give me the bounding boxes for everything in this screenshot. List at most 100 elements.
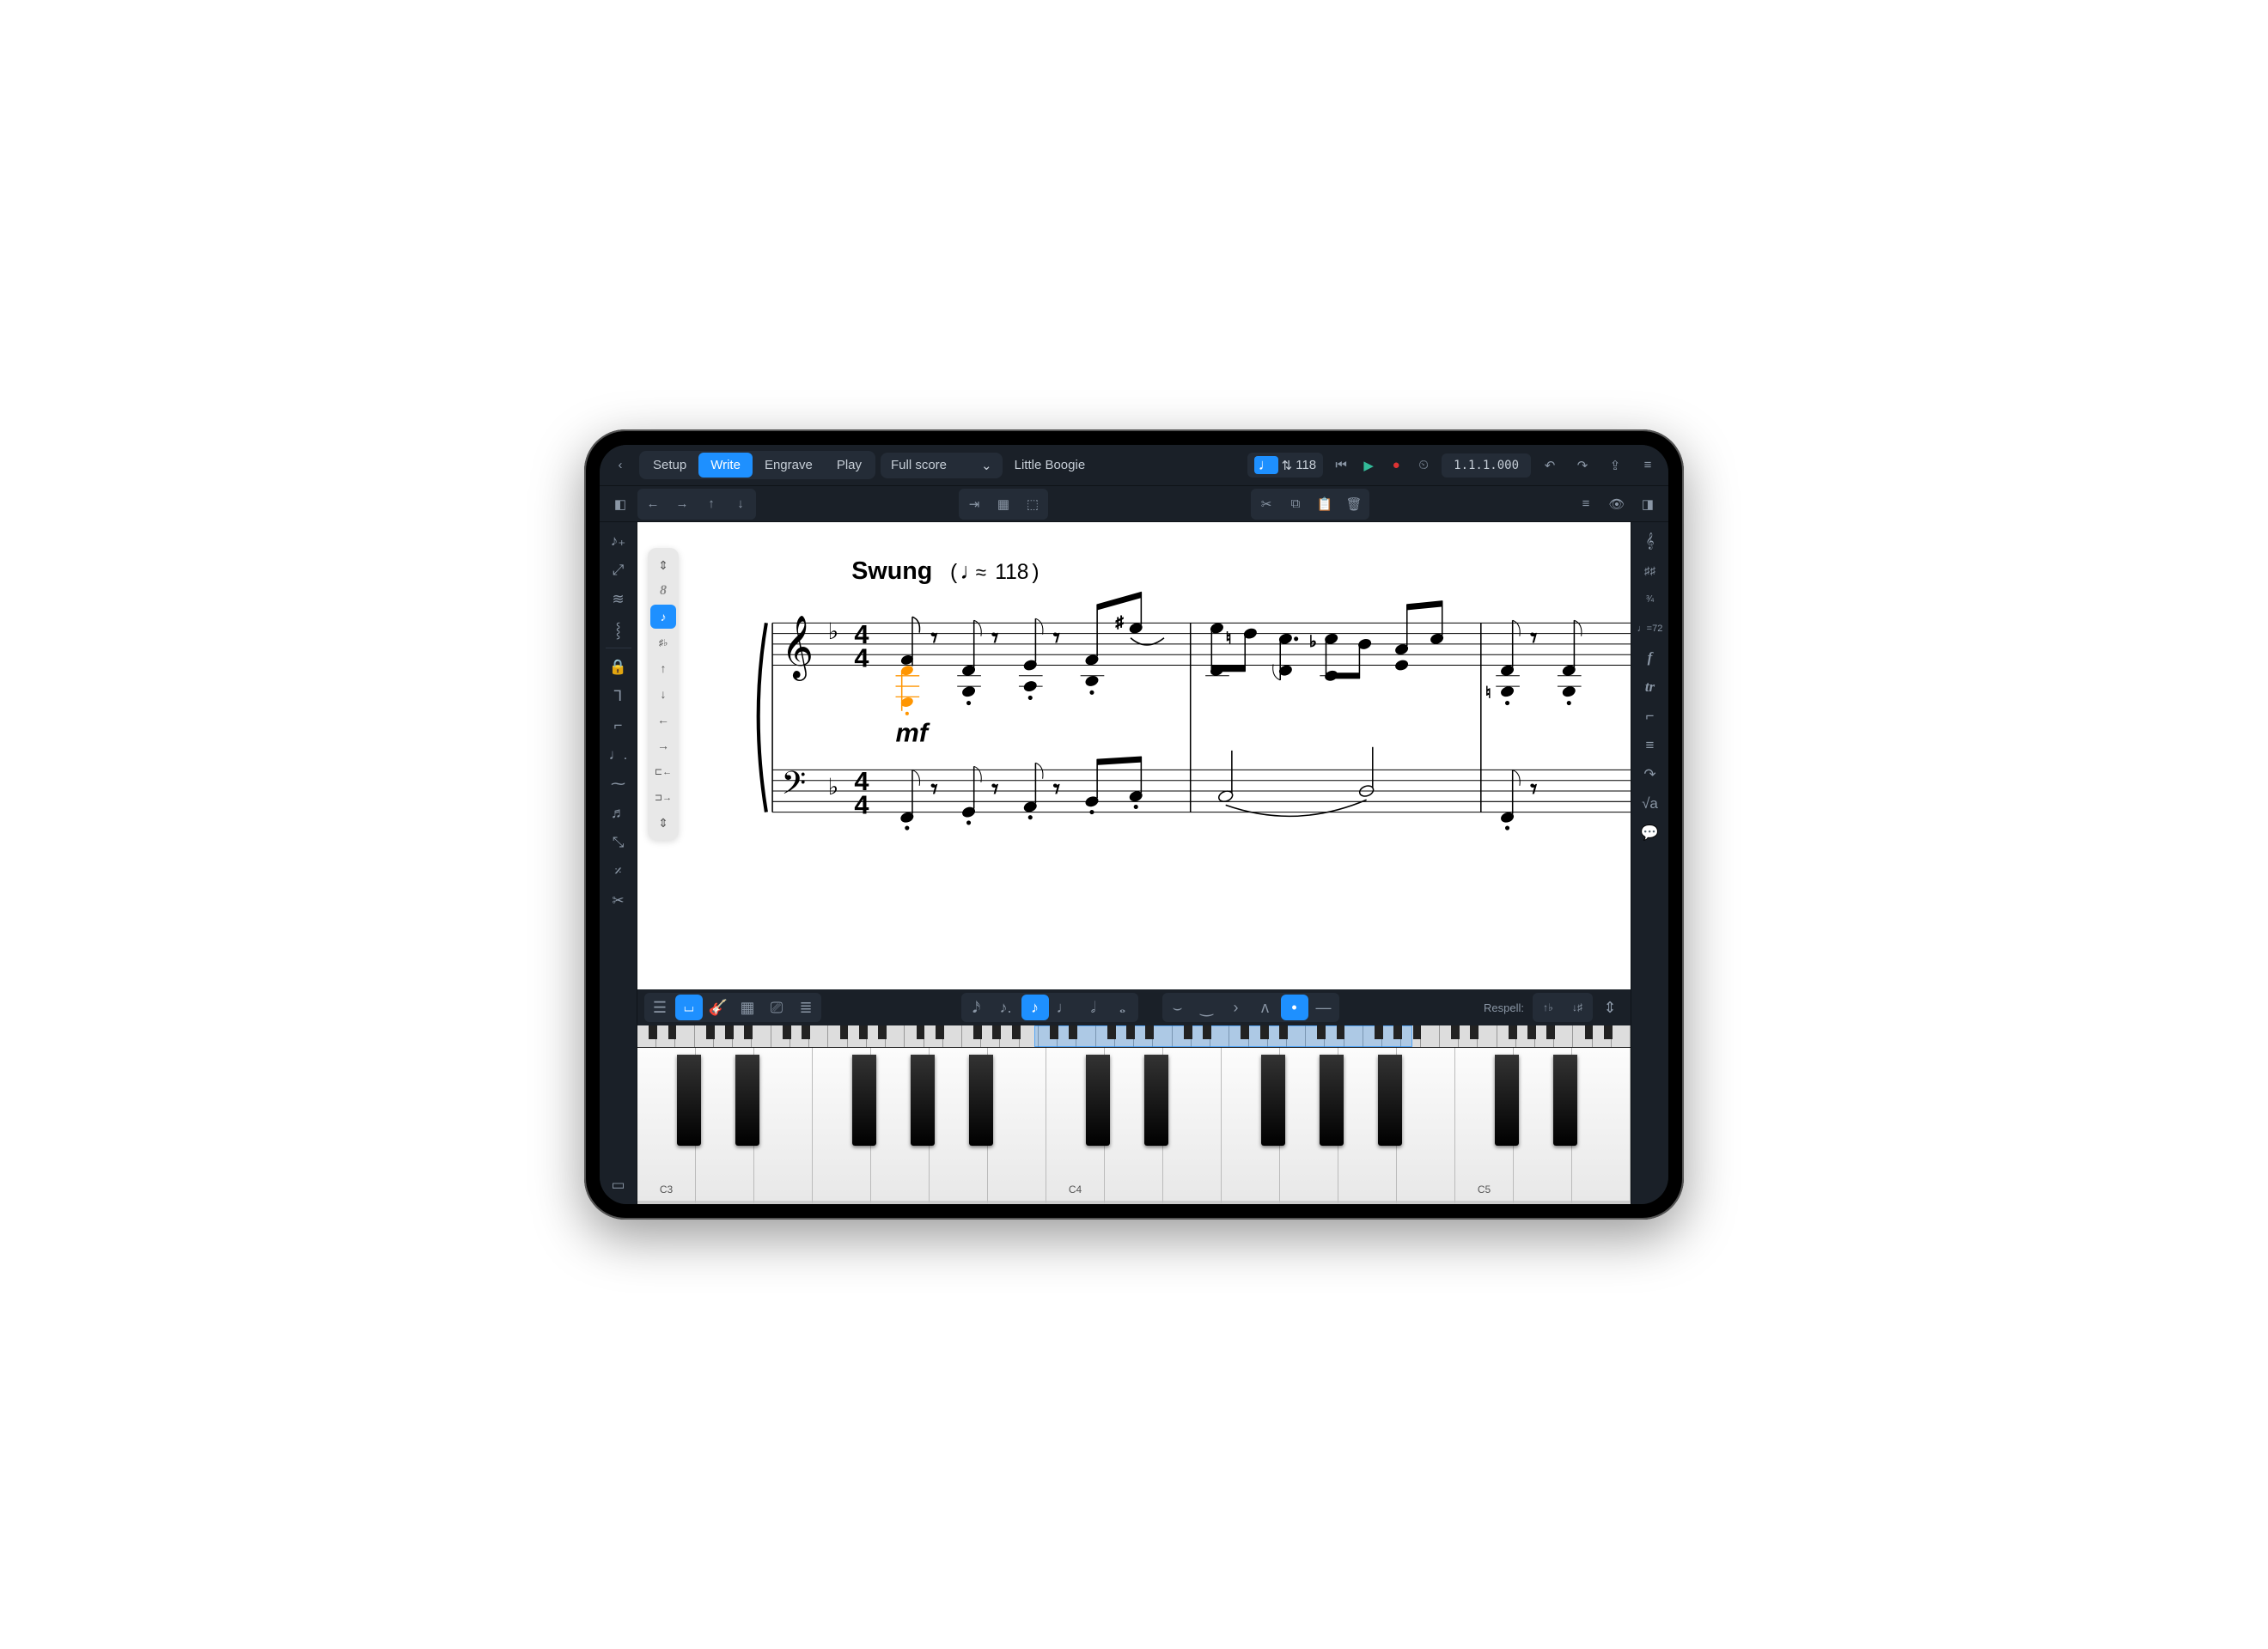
- note-group-b1-bass[interactable]: 𝄾 𝄾 𝄾: [899, 757, 1143, 830]
- nav-up-button[interactable]: ↑: [698, 490, 725, 518]
- artic-marcato-button[interactable]: ʌ: [1252, 995, 1279, 1020]
- palette-move-left[interactable]: ←: [650, 708, 676, 732]
- paste-button[interactable]: 📋: [1311, 490, 1338, 518]
- dotted-note-icon[interactable]: ♩.: [604, 741, 633, 769]
- palette-extend-right[interactable]: ⊐→: [650, 785, 676, 809]
- black-key-Gsharp3[interactable]: [911, 1055, 935, 1146]
- root-icon[interactable]: √a: [1636, 790, 1665, 818]
- keyboard-overview-viewport[interactable]: [1034, 1025, 1411, 1047]
- dur-half-button[interactable]: 𝅗𝅥: [1080, 995, 1107, 1020]
- dynamic-marking[interactable]: mf: [896, 718, 930, 748]
- selected-note[interactable]: [896, 664, 920, 715]
- back-button[interactable]: ‹: [607, 452, 634, 479]
- respell-sharp-button[interactable]: ↓♯: [1564, 995, 1591, 1020]
- artic-staccato-button[interactable]: •: [1281, 995, 1308, 1020]
- cut-button[interactable]: ✂: [1253, 490, 1280, 518]
- palette-pitch-down[interactable]: ↓: [650, 682, 676, 706]
- palette-more[interactable]: ⇕: [650, 811, 676, 835]
- tempo-display[interactable]: ♩ ⇅ 118: [1247, 453, 1324, 478]
- nav-left-button[interactable]: ←: [639, 490, 667, 518]
- view-list-button[interactable]: ☰: [646, 995, 674, 1020]
- menu-button[interactable]: ≡: [1634, 452, 1661, 479]
- position-display[interactable]: 1.1.1.000: [1442, 453, 1531, 478]
- black-key-Asharp3[interactable]: [969, 1055, 993, 1146]
- white-key-E4[interactable]: [1163, 1048, 1222, 1204]
- key-sig-icon[interactable]: ♯♯: [1636, 557, 1665, 584]
- note-plus-icon[interactable]: ♪₊: [604, 527, 633, 555]
- keyboard-overview[interactable]: document.write(Array(52).fill('<div clas…: [637, 1025, 1631, 1048]
- black-key-Asharp4[interactable]: [1378, 1055, 1402, 1146]
- rewind-button[interactable]: ⏮: [1328, 452, 1354, 479]
- metronome-button[interactable]: ⏲: [1411, 452, 1436, 479]
- black-key-Gsharp4[interactable]: [1320, 1055, 1344, 1146]
- note-group-b2-bass[interactable]: [1217, 747, 1375, 817]
- note-group-b2-treble[interactable]: ♮ ♭: [1205, 601, 1444, 682]
- black-key-Csharp3[interactable]: [677, 1055, 701, 1146]
- nav-right-button[interactable]: →: [668, 490, 696, 518]
- pitch-arrows-icon[interactable]: ⤢: [604, 557, 633, 584]
- grace-notes-icon[interactable]: ♬: [604, 800, 633, 827]
- trill-icon[interactable]: tr: [1636, 673, 1665, 701]
- palette-octave-8[interactable]: 8: [650, 579, 676, 603]
- palette-pitch-up[interactable]: ↑: [650, 656, 676, 680]
- dynamics-icon[interactable]: f: [1636, 644, 1665, 672]
- tempo-icon[interactable]: ♩=72: [1636, 615, 1665, 642]
- lyrics-tool-icon[interactable]: ⌐: [604, 712, 633, 739]
- redo-button[interactable]: ↷: [1569, 452, 1596, 479]
- artic-tie-button[interactable]: ‿: [1193, 995, 1221, 1020]
- view-keyboard-button[interactable]: ⏘: [675, 995, 703, 1020]
- undo-button[interactable]: ↶: [1536, 452, 1564, 479]
- nav-down-button[interactable]: ↓: [727, 490, 754, 518]
- dur-quarter-button[interactable]: ♩: [1051, 995, 1078, 1020]
- white-key-E5[interactable]: [1572, 1048, 1631, 1204]
- left-panel-toggle[interactable]: ◧: [607, 490, 634, 518]
- list-toggle[interactable]: ≡: [1572, 490, 1600, 518]
- black-key-Dsharp4[interactable]: [1144, 1055, 1168, 1146]
- record-button[interactable]: ●: [1383, 452, 1409, 479]
- white-key-B4[interactable]: [1397, 1048, 1455, 1204]
- dur-whole-button[interactable]: 𝅝: [1109, 995, 1137, 1020]
- note-group-b1-treble[interactable]: 𝄾 𝄾 𝄾 ♯: [930, 592, 1163, 704]
- staff-icon[interactable]: ≡: [1636, 732, 1665, 759]
- artic-tenuto-button[interactable]: —: [1310, 995, 1338, 1020]
- white-key-E3[interactable]: [754, 1048, 813, 1204]
- play-button[interactable]: ▶: [1356, 452, 1381, 479]
- time-sig-icon[interactable]: ¾: [1636, 586, 1665, 613]
- scissors-icon[interactable]: ✂: [604, 887, 633, 915]
- palette-eighth-note[interactable]: ♪: [650, 605, 676, 629]
- score-notation[interactable]: Swung ( ♩ ≈ 118 ) 𝄞 ♭ 4 4: [698, 539, 1631, 909]
- delete-button[interactable]: 🗑: [1340, 490, 1368, 518]
- palette-respell[interactable]: ♯♭: [650, 630, 676, 654]
- note-group-b3-bass[interactable]: 𝄾: [1500, 770, 1537, 830]
- black-key-Csharp5[interactable]: [1495, 1055, 1519, 1146]
- tab-setup[interactable]: Setup: [641, 453, 698, 478]
- tremolo-icon[interactable]: ≋: [604, 586, 633, 613]
- share-button[interactable]: ⇪: [1601, 452, 1629, 479]
- lock-icon[interactable]: 🔒: [604, 654, 633, 681]
- black-key-Csharp4[interactable]: [1086, 1055, 1110, 1146]
- clef-icon[interactable]: 𝄞: [1636, 527, 1665, 555]
- comment-icon[interactable]: 💬: [1636, 819, 1665, 847]
- view-mixer-button[interactable]: ⎚: [763, 995, 790, 1020]
- view-drum-button[interactable]: ≣: [792, 995, 820, 1020]
- goto-button[interactable]: ⇥: [960, 490, 988, 518]
- black-key-Dsharp5[interactable]: [1553, 1055, 1577, 1146]
- dur-dotted8th-button[interactable]: ♪.: [992, 995, 1020, 1020]
- white-key-B3[interactable]: [988, 1048, 1046, 1204]
- copy-button[interactable]: ⧉: [1282, 490, 1309, 518]
- marquee-button[interactable]: ⬚: [1019, 490, 1046, 518]
- tab-play[interactable]: Play: [825, 453, 874, 478]
- caesura-icon[interactable]: ⸾: [604, 615, 633, 642]
- view-fretboard-button[interactable]: 🎸: [704, 995, 732, 1020]
- slash-icon[interactable]: ⤡: [604, 829, 633, 856]
- black-key-Dsharp3[interactable]: [735, 1055, 759, 1146]
- layout-selector[interactable]: Full score ⌄: [881, 453, 1003, 478]
- respell-flat-button[interactable]: ↑♭: [1534, 995, 1562, 1020]
- black-key-Fsharp3[interactable]: [852, 1055, 876, 1146]
- black-key-Fsharp4[interactable]: [1261, 1055, 1285, 1146]
- chord-tool-icon[interactable]: ⅂: [604, 683, 633, 710]
- accent-icon[interactable]: ⁓: [604, 770, 633, 798]
- right-panel-toggle[interactable]: ◨: [1634, 490, 1661, 518]
- tab-engrave[interactable]: Engrave: [753, 453, 825, 478]
- score-canvas[interactable]: ⇕ 8 ♪ ♯♭ ↑ ↓ ← → ⊏← ⊐→ ⇕ Swung ( ♩ ≈ 118: [637, 522, 1631, 989]
